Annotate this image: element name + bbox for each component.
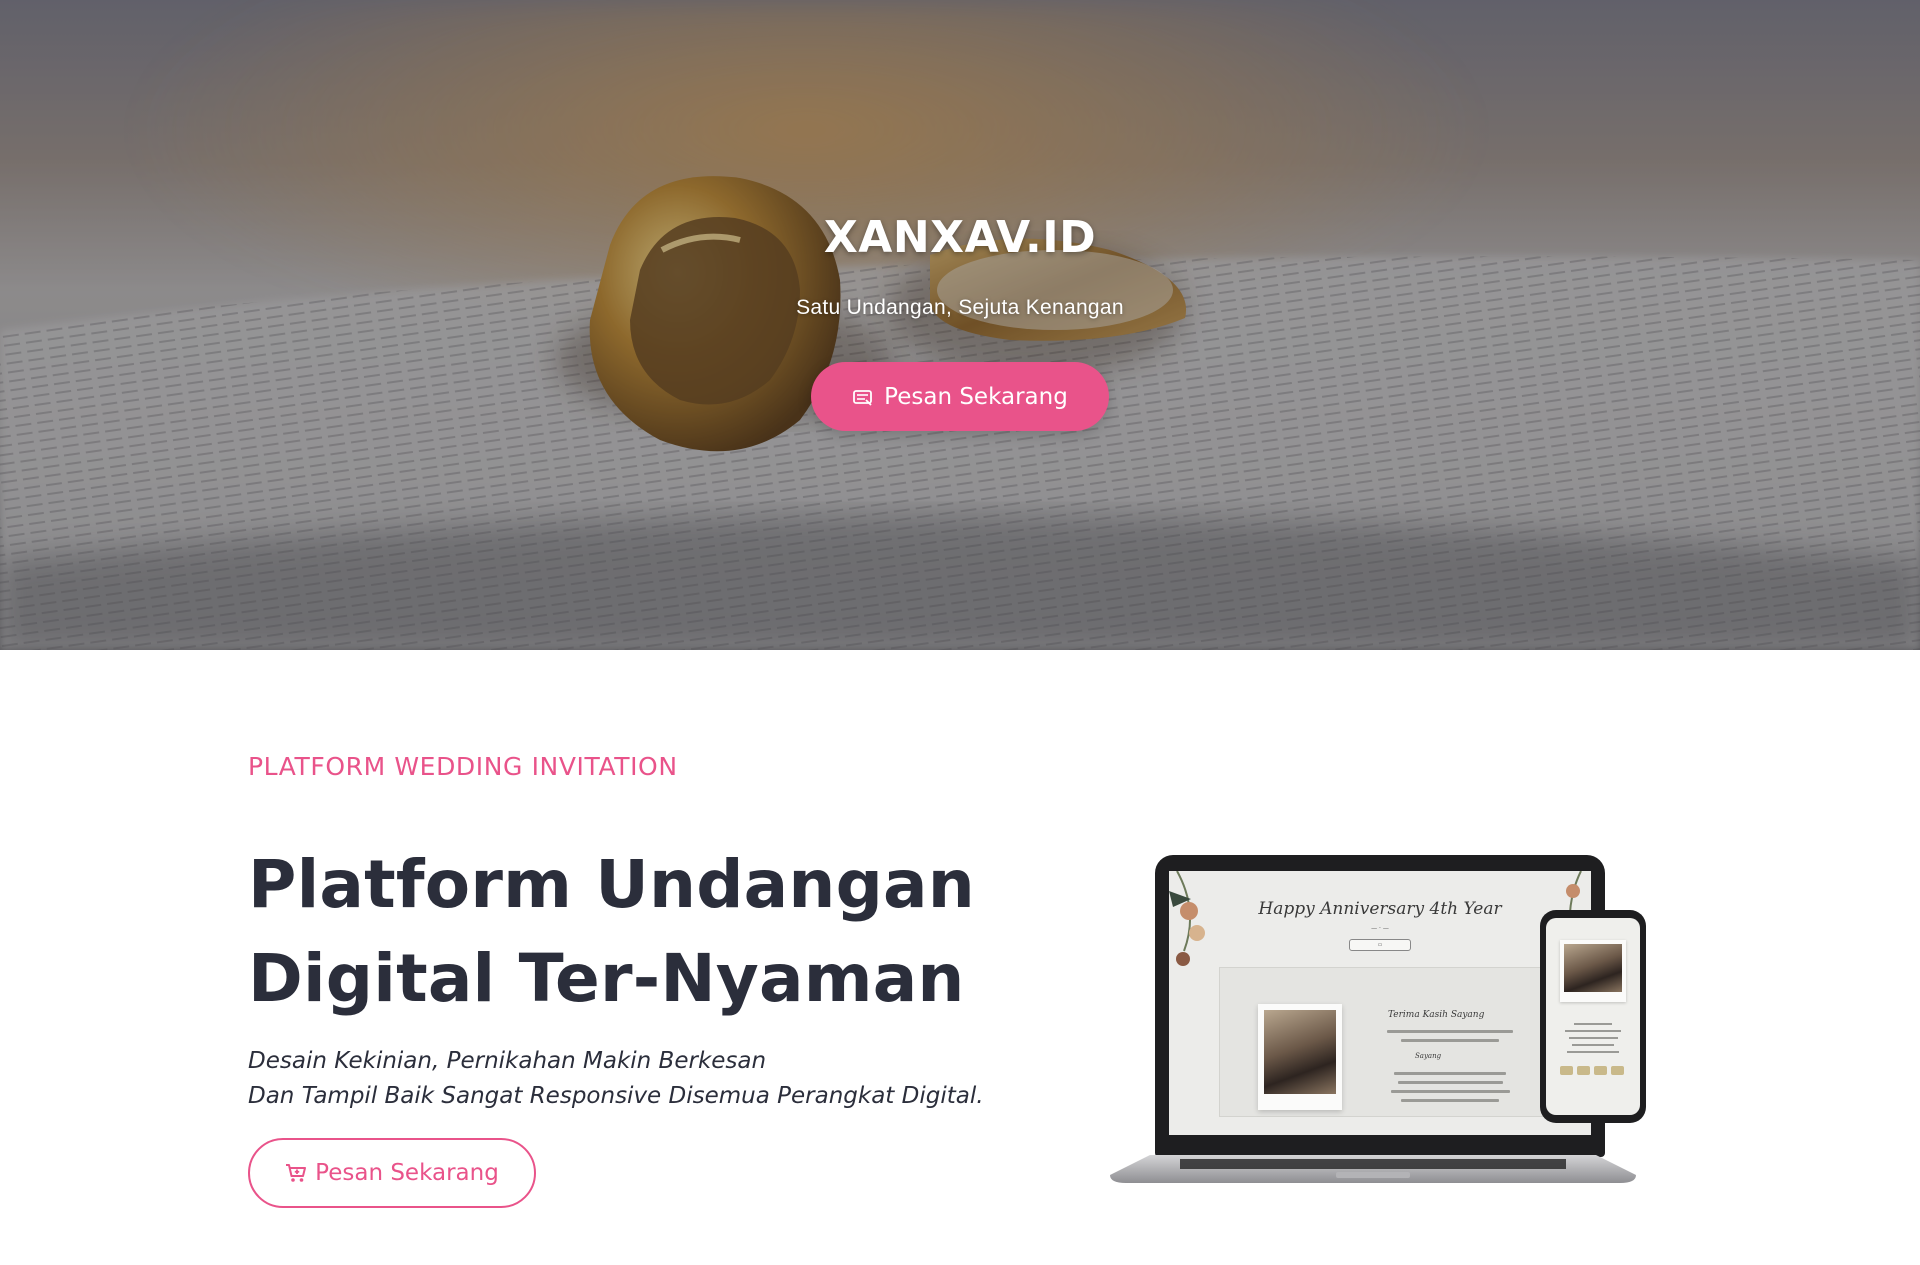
description-line-1: Desain Kekinian, Pernikahan Makin Berkes…	[248, 1048, 767, 1074]
laptop-mockup: Happy Anniversary 4th Year — · — ▭ Terim…	[1155, 855, 1605, 1157]
mockup-screen-title: Happy Anniversary 4th Year	[1258, 899, 1502, 919]
description-line-2: Dan Tampil Baik Sangat Responsive Disemu…	[248, 1083, 984, 1109]
phone-text-lines	[1558, 1018, 1628, 1053]
section-eyebrow: PLATFORM WEDDING INVITATION	[248, 752, 678, 781]
site-title: XANXAV.ID	[823, 212, 1097, 263]
ticket-icon	[852, 387, 874, 407]
hero-order-label: Pesan Sekarang	[884, 383, 1068, 410]
cart-icon	[285, 1163, 307, 1183]
headline-line-2: Digital Ter-Nyaman	[248, 940, 965, 1017]
mockup-text-lines	[1380, 1066, 1520, 1102]
phone-mockup	[1540, 910, 1646, 1123]
phone-countdown	[1560, 1066, 1624, 1075]
laptop-base	[1110, 1155, 1636, 1183]
section-description: Desain Kekinian, Pernikahan Makin Berkes…	[248, 1044, 984, 1114]
intro-section: PLATFORM WEDDING INVITATION Platform Und…	[0, 650, 1920, 1238]
mockup-couple-photo	[1258, 1004, 1342, 1110]
hero-section: XANXAV.ID Satu Undangan, Sejuta Kenangan…	[0, 0, 1920, 650]
mockup-text-lines	[1380, 1024, 1520, 1042]
intro-order-label: Pesan Sekarang	[315, 1160, 499, 1186]
hero-content: XANXAV.ID Satu Undangan, Sejuta Kenangan…	[0, 0, 1920, 650]
mockup-card-sub: Sayang	[1415, 1052, 1442, 1060]
phone-screen	[1546, 918, 1640, 1115]
phone-couple-photo	[1560, 940, 1626, 1002]
mockup-screen-button: ▭	[1349, 939, 1411, 951]
intro-order-button[interactable]: Pesan Sekarang	[248, 1138, 536, 1208]
hero-order-button[interactable]: Pesan Sekarang	[811, 362, 1109, 431]
section-headline: Platform Undangan Digital Ter-Nyaman	[248, 838, 975, 1026]
site-tagline: Satu Undangan, Sejuta Kenangan	[796, 296, 1124, 319]
device-mockup-image: Happy Anniversary 4th Year — · — ▭ Terim…	[1105, 855, 1655, 1265]
mockup-card: Terima Kasih Sayang Sayang	[1219, 967, 1564, 1117]
headline-line-1: Platform Undangan	[248, 846, 975, 923]
laptop-screen: Happy Anniversary 4th Year — · — ▭ Terim…	[1169, 871, 1591, 1135]
mockup-card-title: Terima Kasih Sayang	[1388, 1010, 1485, 1020]
mockup-dates: — · —	[1371, 925, 1389, 932]
